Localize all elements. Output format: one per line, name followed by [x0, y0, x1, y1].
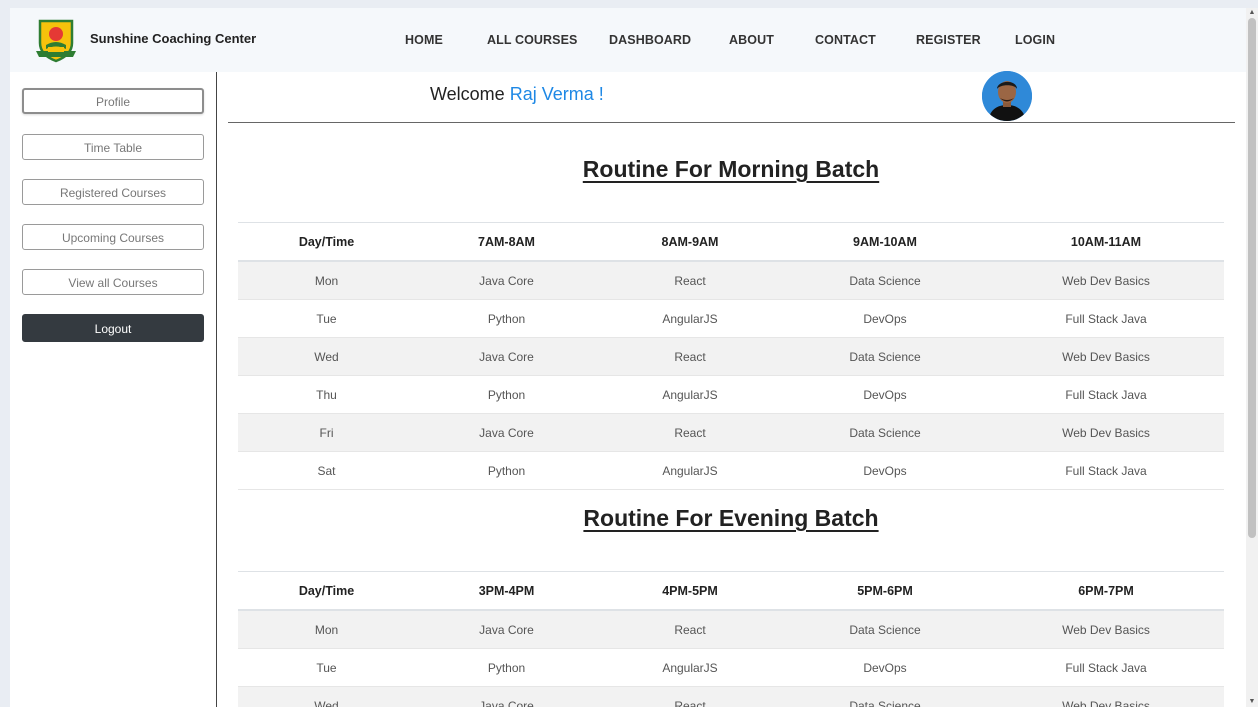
- table-cell: Web Dev Basics: [988, 413, 1224, 452]
- table-cell: Mon: [238, 610, 415, 649]
- table-cell: Sat: [238, 451, 415, 490]
- table-header-cell: 10AM-11AM: [988, 222, 1224, 262]
- table-cell: React: [598, 686, 782, 707]
- table-cell: AngularJS: [598, 648, 782, 687]
- table-header-row: Day/Time 3PM-4PM 4PM-5PM 5PM-6PM 6PM-7PM: [238, 571, 1224, 611]
- sidebar: Profile Time Table Registered Courses Up…: [10, 72, 216, 707]
- evening-routine-table: Day/Time 3PM-4PM 4PM-5PM 5PM-6PM 6PM-7PM…: [238, 571, 1224, 707]
- nav-contact[interactable]: CONTACT: [815, 33, 876, 47]
- table-cell: Data Science: [782, 686, 988, 707]
- table-header-cell: 7AM-8AM: [415, 222, 598, 262]
- user-avatar-icon[interactable]: [982, 71, 1032, 121]
- table-cell: Tue: [238, 648, 415, 687]
- table-row: Fri Java Core React Data Science Web Dev…: [238, 413, 1224, 452]
- table-row: Wed Java Core React Data Science Web Dev…: [238, 337, 1224, 376]
- nav-home[interactable]: HOME: [405, 33, 443, 47]
- table-cell: AngularJS: [598, 451, 782, 490]
- table-cell: Full Stack Java: [988, 451, 1224, 490]
- table-cell: Java Core: [415, 610, 598, 649]
- sidebar-upcoming-courses-button[interactable]: Upcoming Courses: [22, 224, 204, 250]
- evening-routine-title: Routine For Evening Batch: [583, 505, 879, 531]
- scroll-up-arrow-icon[interactable]: ▲: [1246, 8, 1258, 18]
- table-cell: Web Dev Basics: [988, 686, 1224, 707]
- table-cell: Data Science: [782, 413, 988, 452]
- table-cell: Full Stack Java: [988, 375, 1224, 414]
- table-row: Tue Python AngularJS DevOps Full Stack J…: [238, 299, 1224, 338]
- brand-name[interactable]: Sunshine Coaching Center: [90, 31, 256, 46]
- table-cell: Web Dev Basics: [988, 337, 1224, 376]
- table-cell: Web Dev Basics: [988, 261, 1224, 300]
- table-cell: React: [598, 413, 782, 452]
- table-cell: Data Science: [782, 610, 988, 649]
- welcome-message: Welcome Raj Verma !: [430, 84, 604, 105]
- sidebar-time-table-button[interactable]: Time Table: [22, 134, 204, 160]
- table-header-cell: 4PM-5PM: [598, 571, 782, 611]
- nav-login[interactable]: LOGIN: [1015, 33, 1055, 47]
- table-header-cell: 3PM-4PM: [415, 571, 598, 611]
- table-cell: Python: [415, 375, 598, 414]
- table-cell: DevOps: [782, 451, 988, 490]
- table-cell: Data Science: [782, 337, 988, 376]
- morning-routine-title: Routine For Morning Batch: [582, 156, 880, 182]
- table-cell: Wed: [238, 337, 415, 376]
- table-cell: Java Core: [415, 337, 598, 376]
- navbar: Sunshine Coaching Center HOME ALL COURSE…: [10, 8, 1246, 72]
- logout-button[interactable]: Logout: [22, 314, 204, 342]
- table-header-cell: Day/Time: [238, 571, 415, 611]
- table-cell: Web Dev Basics: [988, 610, 1224, 649]
- header-divider: [228, 122, 1235, 123]
- table-cell: Full Stack Java: [988, 299, 1224, 338]
- table-header-cell: 8AM-9AM: [598, 222, 782, 262]
- page-frame: Sunshine Coaching Center HOME ALL COURSE…: [10, 8, 1246, 707]
- table-cell: DevOps: [782, 648, 988, 687]
- table-cell: Thu: [238, 375, 415, 414]
- table-cell: React: [598, 261, 782, 300]
- table-cell: DevOps: [782, 299, 988, 338]
- table-cell: Python: [415, 451, 598, 490]
- user-name: Raj Verma !: [509, 84, 604, 104]
- table-cell: Java Core: [415, 413, 598, 452]
- table-cell: Full Stack Java: [988, 648, 1224, 687]
- table-row: Wed Java Core React Data Science Web Dev…: [238, 686, 1224, 707]
- table-cell: React: [598, 610, 782, 649]
- table-cell: Fri: [238, 413, 415, 452]
- sidebar-view-all-courses-button[interactable]: View all Courses: [22, 269, 204, 295]
- sidebar-profile-button[interactable]: Profile: [22, 88, 204, 114]
- table-cell: Java Core: [415, 261, 598, 300]
- morning-routine-table: Day/Time 7AM-8AM 8AM-9AM 9AM-10AM 10AM-1…: [238, 222, 1224, 490]
- table-row: Mon Java Core React Data Science Web Dev…: [238, 610, 1224, 649]
- table-cell: Mon: [238, 261, 415, 300]
- table-cell: Python: [415, 648, 598, 687]
- table-cell: AngularJS: [598, 299, 782, 338]
- table-row: Mon Java Core React Data Science Web Dev…: [238, 261, 1224, 300]
- table-header-cell: 6PM-7PM: [988, 571, 1224, 611]
- sidebar-registered-courses-button[interactable]: Registered Courses: [22, 179, 204, 205]
- table-cell: DevOps: [782, 375, 988, 414]
- scroll-down-arrow-icon[interactable]: ▼: [1246, 697, 1258, 707]
- nav-about[interactable]: ABOUT: [729, 33, 774, 47]
- table-header-cell: 9AM-10AM: [782, 222, 988, 262]
- table-header-cell: Day/Time: [238, 222, 415, 262]
- table-row: Tue Python AngularJS DevOps Full Stack J…: [238, 648, 1224, 687]
- table-cell: Data Science: [782, 261, 988, 300]
- table-header-cell: 5PM-6PM: [782, 571, 988, 611]
- table-header-row: Day/Time 7AM-8AM 8AM-9AM 9AM-10AM 10AM-1…: [238, 222, 1224, 262]
- table-cell: Java Core: [415, 686, 598, 707]
- scrollbar-thumb[interactable]: [1248, 18, 1256, 538]
- table-cell: Python: [415, 299, 598, 338]
- nav-register[interactable]: REGISTER: [916, 33, 981, 47]
- sidebar-divider: [216, 72, 217, 707]
- table-row: Thu Python AngularJS DevOps Full Stack J…: [238, 375, 1224, 414]
- table-cell: AngularJS: [598, 375, 782, 414]
- nav-dashboard[interactable]: DASHBOARD: [609, 33, 691, 47]
- coaching-center-logo-icon[interactable]: [34, 17, 78, 63]
- page-scrollbar[interactable]: ▲ ▼: [1246, 8, 1258, 707]
- nav-all-courses[interactable]: ALL COURSES: [487, 33, 577, 47]
- table-cell: Tue: [238, 299, 415, 338]
- welcome-prefix: Welcome: [430, 84, 505, 104]
- table-row: Sat Python AngularJS DevOps Full Stack J…: [238, 451, 1224, 490]
- table-cell: React: [598, 337, 782, 376]
- table-cell: Wed: [238, 686, 415, 707]
